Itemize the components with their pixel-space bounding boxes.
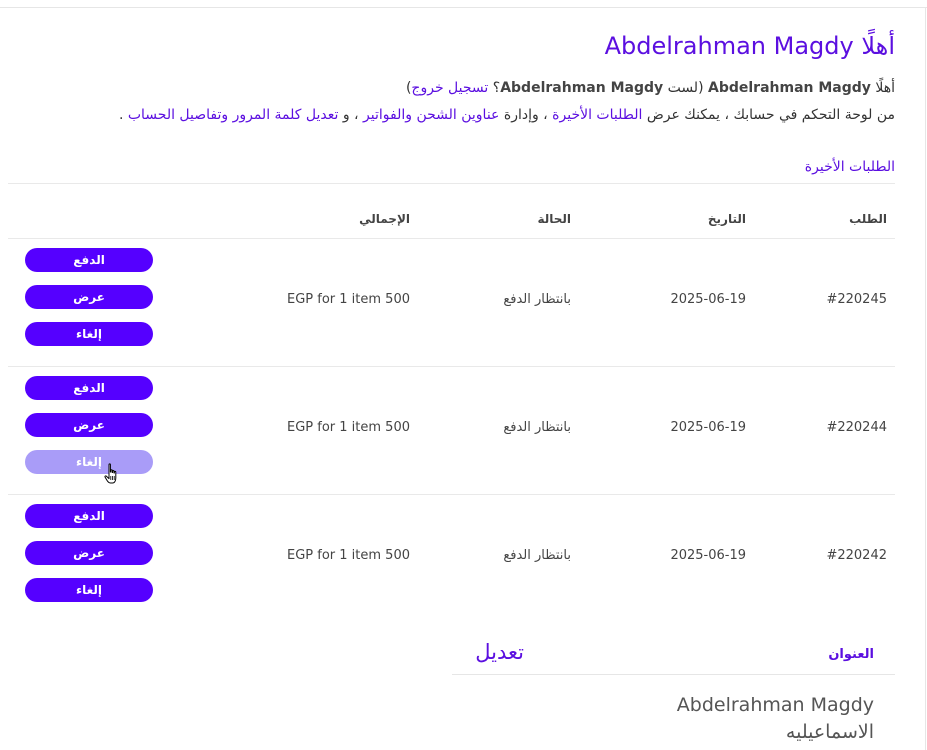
- order-status: بانتظار الدفع: [503, 548, 571, 563]
- my-account-content: أهلًا Abdelrahman Magdy أهلًا Abdelrahma…: [8, 0, 895, 750]
- order-date: 2025-06-19: [670, 548, 746, 563]
- row-divider: [8, 366, 895, 367]
- view-button[interactable]: عرض: [25, 541, 153, 565]
- table-header-divider: [8, 238, 895, 239]
- address-label: العنوان: [828, 647, 874, 662]
- hand-pointer-cursor-icon: [104, 463, 117, 484]
- address-edit-link[interactable]: تعديل: [475, 640, 524, 664]
- order-status: بانتظار الدفع: [503, 292, 571, 307]
- address-name: Abdelrahman Magdy: [676, 694, 874, 716]
- not-suffix: ؟: [488, 80, 501, 96]
- greeting-line: أهلًا Abdelrahman Magdy (لست Abdelrahman…: [406, 80, 895, 96]
- pay-button[interactable]: الدفع: [25, 376, 153, 400]
- edit-account-link[interactable]: تعديل كلمة المرور وتفاصيل الحساب: [128, 107, 339, 123]
- order-total: EGP for 1 item 500: [287, 548, 410, 563]
- cancel-button[interactable]: إلغاء: [25, 450, 153, 474]
- pay-button[interactable]: الدفع: [25, 248, 153, 272]
- order-status: بانتظار الدفع: [503, 420, 571, 435]
- addresses-link[interactable]: عناوين الشحن والفواتير: [363, 107, 499, 123]
- cancel-button[interactable]: إلغاء: [25, 578, 153, 602]
- desc-part-2: ، وإدارة: [499, 107, 553, 123]
- order-total: EGP for 1 item 500: [287, 420, 410, 435]
- desc-part-4: .: [118, 107, 128, 123]
- address-city: الاسماعيليه: [785, 721, 874, 743]
- cancel-button[interactable]: إلغاء: [25, 322, 153, 346]
- logout-link[interactable]: تسجيل خروج: [411, 80, 488, 96]
- user-name: Abdelrahman Magdy: [708, 80, 871, 96]
- order-number[interactable]: #220245: [826, 292, 887, 307]
- desc-part-1: من لوحة التحكم في حسابك ، يمكنك عرض: [642, 107, 895, 123]
- column-total: الإجمالي: [359, 212, 410, 226]
- order-date: 2025-06-19: [670, 420, 746, 435]
- column-order: الطلب: [849, 212, 887, 226]
- order-number[interactable]: #220242: [826, 548, 887, 563]
- pay-button[interactable]: الدفع: [25, 504, 153, 528]
- column-date: التاريخ: [707, 212, 746, 226]
- order-date: 2025-06-19: [670, 292, 746, 307]
- right-border: [925, 7, 926, 750]
- order-number[interactable]: #220244: [826, 420, 887, 435]
- user-name-2: Abdelrahman Magdy: [500, 80, 664, 96]
- row-divider: [8, 494, 895, 495]
- column-status: الحالة: [537, 212, 571, 226]
- orders-heading-divider: [8, 183, 895, 184]
- address-divider: [452, 674, 895, 675]
- orders-heading: الطلبات الأخيرة: [804, 159, 895, 175]
- order-total: EGP for 1 item 500: [287, 292, 410, 307]
- view-button[interactable]: عرض: [25, 413, 153, 437]
- not-prefix: (لست: [663, 80, 708, 96]
- page-title: أهلًا Abdelrahman Magdy: [604, 32, 895, 60]
- hello-prefix: أهلًا: [870, 80, 895, 96]
- desc-part-3: ، و: [338, 107, 364, 123]
- recent-orders-link[interactable]: الطلبات الأخيرة: [552, 107, 642, 123]
- dashboard-description: من لوحة التحكم في حسابك ، يمكنك عرض الطل…: [119, 107, 895, 123]
- view-button[interactable]: عرض: [25, 285, 153, 309]
